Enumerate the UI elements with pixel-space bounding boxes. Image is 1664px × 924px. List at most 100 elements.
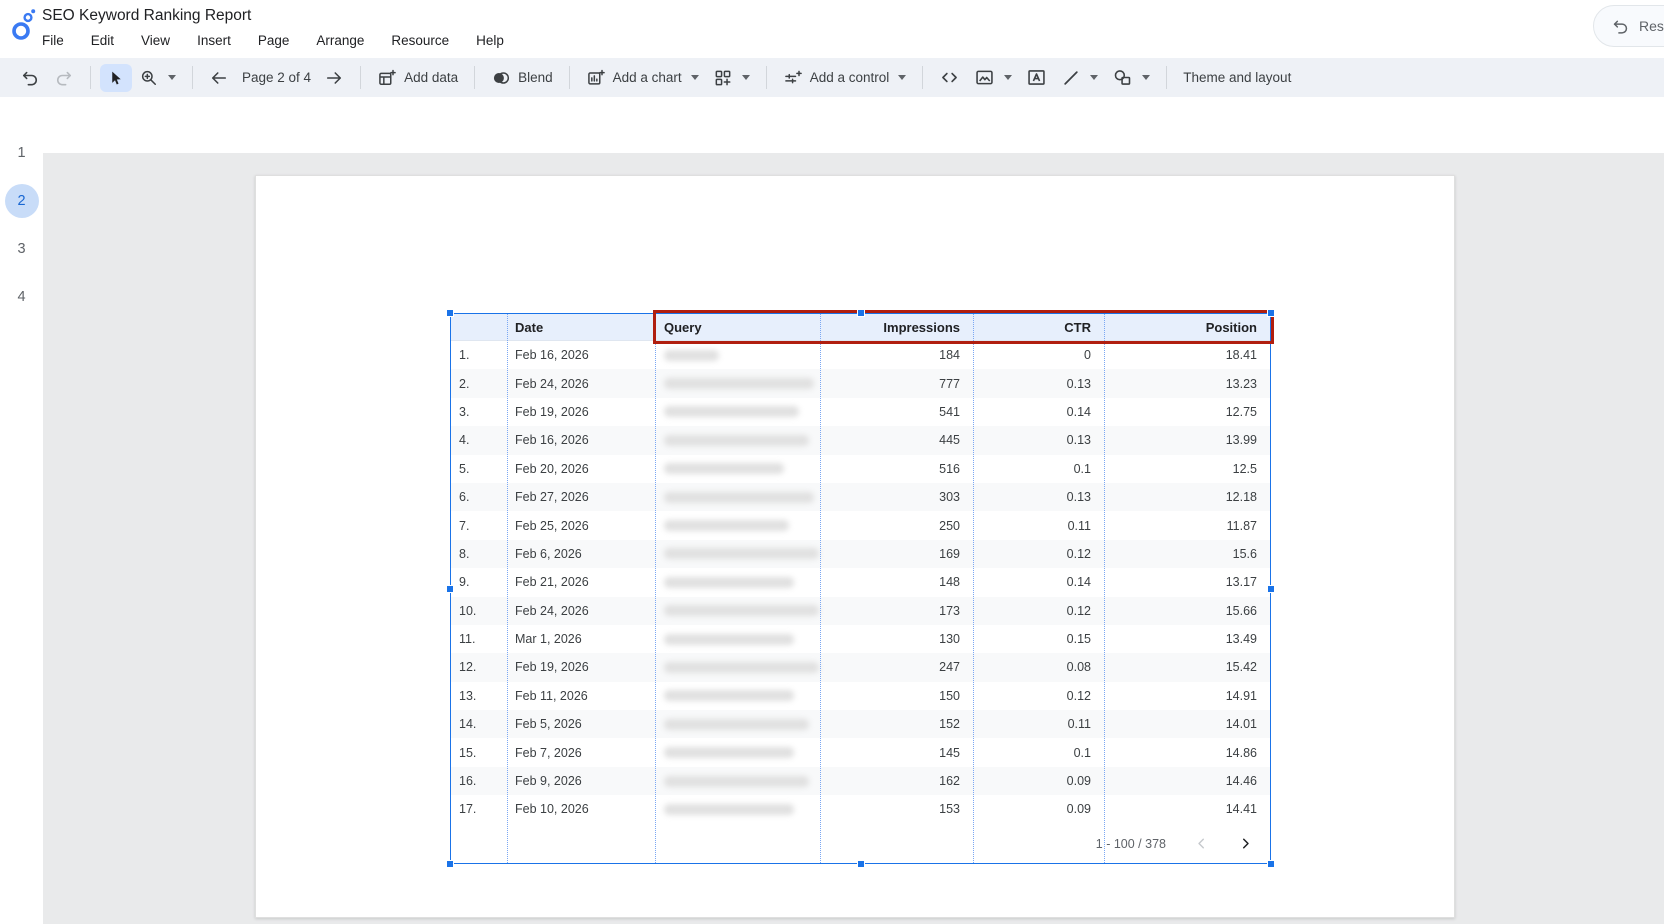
page-thumbnail-4[interactable]: 4	[0, 273, 43, 321]
cell-ctr: 0.1	[973, 746, 1104, 760]
cell-rownum: 1.	[451, 348, 507, 362]
menu-edit[interactable]: Edit	[91, 33, 114, 48]
cell-query-redacted	[655, 463, 820, 474]
cell-date: Feb 19, 2026	[507, 660, 655, 674]
next-page-button[interactable]	[317, 63, 351, 93]
cell-query-redacted	[655, 548, 820, 559]
add-control-button[interactable]: Add a control	[776, 63, 914, 93]
selection-handle[interactable]	[1267, 585, 1275, 593]
selection-handle[interactable]	[1267, 309, 1275, 317]
cell-impressions: 247	[820, 660, 973, 674]
table-row: 11.Mar 1, 20261300.1513.49	[451, 625, 1270, 653]
pagination-prev-icon[interactable]	[1193, 835, 1210, 852]
chevron-down-icon	[1142, 75, 1150, 80]
redacted-text-blur	[664, 520, 789, 531]
reset-button-header[interactable]: Reset	[1593, 5, 1664, 47]
page-thumbnail-3[interactable]: 3	[0, 225, 43, 273]
shape-tool-button[interactable]	[1105, 62, 1157, 93]
toolbar-divider	[569, 66, 570, 89]
table-row: 17.Feb 10, 20261530.0914.41	[451, 795, 1270, 823]
cell-date: Feb 6, 2026	[507, 547, 655, 561]
redacted-text-blur	[664, 577, 794, 588]
redacted-text-blur	[664, 406, 799, 417]
cell-date: Feb 24, 2026	[507, 604, 655, 618]
cell-position: 14.01	[1104, 717, 1270, 731]
redo-button[interactable]	[47, 63, 81, 93]
selection-handle[interactable]	[446, 585, 454, 593]
cell-date: Feb 25, 2026	[507, 519, 655, 533]
cell-position: 13.17	[1104, 575, 1270, 589]
report-page[interactable]: Date Query Impressions CTR Position 1.Fe…	[255, 175, 1455, 918]
column-header-date[interactable]: Date	[507, 320, 655, 335]
cell-date: Feb 5, 2026	[507, 717, 655, 731]
undo-arrow-icon	[1611, 17, 1630, 36]
page-indicator[interactable]: Page 2 of 4	[236, 70, 317, 85]
reset-button-header-label: Reset	[1639, 18, 1664, 34]
page-thumbnail-1[interactable]: 1	[0, 129, 43, 177]
cell-impressions: 130	[820, 632, 973, 646]
cell-impressions: 150	[820, 689, 973, 703]
cell-query-redacted	[655, 605, 820, 616]
line-tool-button[interactable]	[1054, 63, 1105, 93]
looker-studio-logo-icon[interactable]	[10, 6, 38, 42]
image-button[interactable]	[967, 62, 1019, 93]
cell-position: 14.86	[1104, 746, 1270, 760]
page-thumbnail-2[interactable]: 2	[0, 177, 43, 225]
redacted-text-blur	[664, 662, 819, 673]
cell-rownum: 9.	[451, 575, 507, 589]
table-row: 9.Feb 21, 20261480.1413.17	[451, 568, 1270, 596]
menu-page[interactable]: Page	[258, 33, 290, 48]
cell-query-redacted	[655, 492, 820, 503]
cell-impressions: 541	[820, 405, 973, 419]
chevron-down-icon	[742, 75, 750, 80]
undo-button[interactable]	[13, 63, 47, 93]
menu-view[interactable]: View	[141, 33, 170, 48]
cell-impressions: 148	[820, 575, 973, 589]
column-guide	[507, 314, 508, 863]
cell-position: 15.66	[1104, 604, 1270, 618]
cell-rownum: 13.	[451, 689, 507, 703]
looker-studio-app: SEO Keyword Ranking Report File Edit View I…	[0, 0, 1664, 924]
table-row: 13.Feb 11, 20261500.1214.91	[451, 682, 1270, 710]
text-box-button[interactable]	[1019, 62, 1054, 93]
community-visualizations-button[interactable]	[706, 63, 757, 93]
cell-query-redacted	[655, 577, 820, 588]
blend-button[interactable]: Blend	[484, 63, 560, 93]
report-title[interactable]: SEO Keyword Ranking Report	[42, 7, 251, 25]
table-row: 12.Feb 19, 20262470.0815.42	[451, 653, 1270, 681]
menu-insert[interactable]: Insert	[197, 33, 231, 48]
add-data-button[interactable]: Add data	[370, 63, 465, 93]
cell-impressions: 169	[820, 547, 973, 561]
redacted-text-blur	[664, 378, 814, 389]
selection-handle[interactable]	[857, 309, 865, 317]
redacted-text-blur	[664, 634, 794, 645]
data-table[interactable]: Date Query Impressions CTR Position 1.Fe…	[450, 313, 1271, 864]
cell-ctr: 0.09	[973, 774, 1104, 788]
table-row: 2.Feb 24, 20267770.1313.23	[451, 369, 1270, 397]
menu-arrange[interactable]: Arrange	[316, 33, 364, 48]
cell-impressions: 445	[820, 433, 973, 447]
selection-handle[interactable]	[446, 860, 454, 868]
selection-handle[interactable]	[1267, 860, 1275, 868]
theme-and-layout-button[interactable]: Theme and layout	[1176, 65, 1298, 90]
embed-code-button[interactable]	[932, 62, 967, 93]
selection-handle[interactable]	[446, 309, 454, 317]
cell-impressions: 184	[820, 348, 973, 362]
zoom-tool-button[interactable]	[132, 63, 183, 93]
cell-ctr: 0	[973, 348, 1104, 362]
cell-rownum: 4.	[451, 433, 507, 447]
selection-handle[interactable]	[857, 860, 865, 868]
menu-help[interactable]: Help	[476, 33, 504, 48]
cell-position: 12.5	[1104, 462, 1270, 476]
cell-impressions: 145	[820, 746, 973, 760]
pagination-next-icon[interactable]	[1237, 835, 1254, 852]
add-chart-button[interactable]: Add a chart	[579, 63, 706, 93]
select-tool-button[interactable]	[100, 64, 132, 92]
report-canvas[interactable]: Date Query Impressions CTR Position 1.Fe…	[43, 153, 1664, 924]
menu-resource[interactable]: Resource	[391, 33, 449, 48]
toolbar-divider	[1166, 66, 1167, 89]
menu-file[interactable]: File	[42, 33, 64, 48]
menu-bar: File Edit View Insert Page Arrange Resource Hel…	[42, 33, 504, 48]
previous-page-button[interactable]	[202, 63, 236, 93]
cell-date: Feb 9, 2026	[507, 774, 655, 788]
